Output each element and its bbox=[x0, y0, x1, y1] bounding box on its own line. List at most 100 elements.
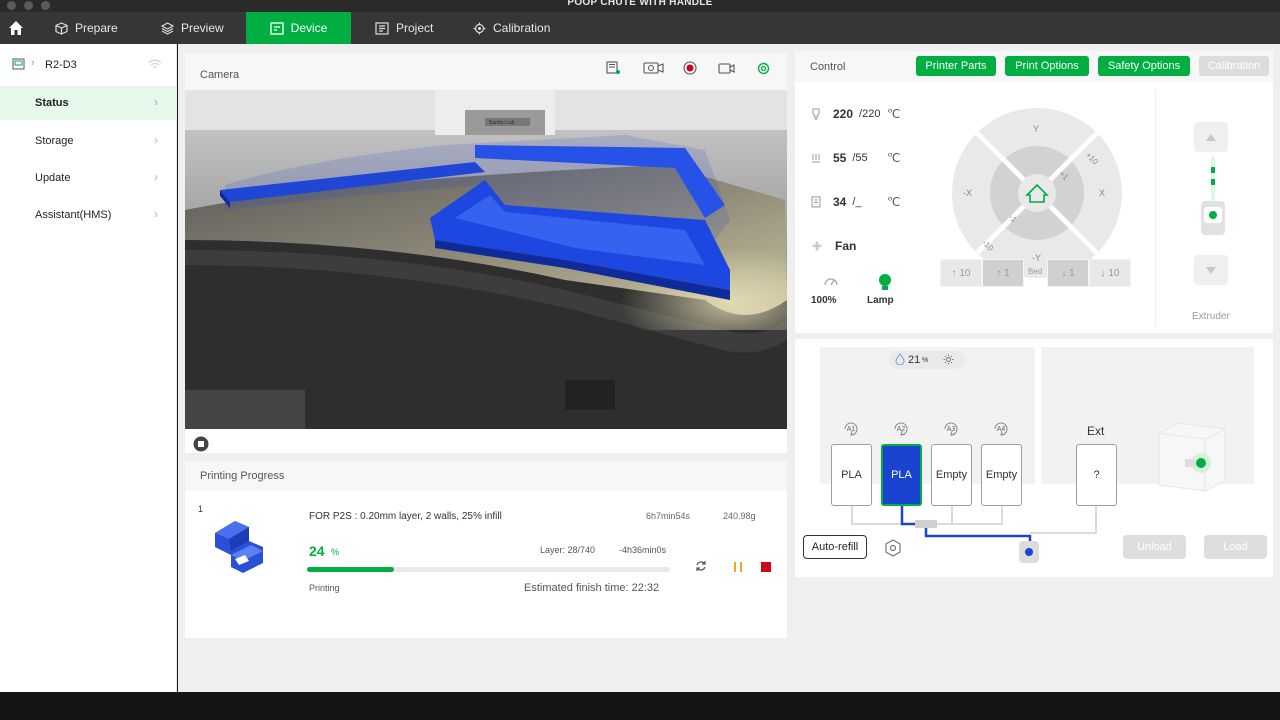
nozzle-icon bbox=[812, 108, 820, 120]
bed-down-10-button[interactable]: ↓ 10 bbox=[1089, 259, 1131, 287]
ext-spool-holder-graphic bbox=[1158, 422, 1226, 492]
estimated-finish-time: Estimated finish time: 22:32 bbox=[524, 582, 660, 594]
window-title: POOP CHUTE WITH HANDLE bbox=[567, 0, 713, 8]
remaining-time: -4h36min0s bbox=[619, 545, 667, 555]
tab-project-label: Project bbox=[396, 21, 434, 35]
sidebar-item-label: Assistant(HMS) bbox=[35, 209, 112, 221]
stop-button[interactable] bbox=[759, 560, 773, 574]
extruder-label: Extruder bbox=[1192, 311, 1230, 322]
print-options-button[interactable]: Print Options bbox=[1005, 56, 1089, 76]
tab-preview[interactable]: Preview bbox=[161, 12, 224, 44]
sidebar-item-label: Update bbox=[35, 172, 71, 184]
refresh-icon[interactable] bbox=[694, 559, 708, 573]
heatbed-icon bbox=[812, 154, 820, 163]
jog-x-plus[interactable]: X bbox=[1099, 188, 1105, 198]
chevron-right-icon: › bbox=[154, 207, 158, 221]
sidebar-item-status[interactable]: Status › bbox=[0, 86, 177, 120]
sidebar-item-storage[interactable]: Storage › bbox=[0, 124, 177, 158]
control-panel: Control Printer Parts Print Options Safe… bbox=[795, 51, 1273, 577]
calibration-button[interactable]: Calibration bbox=[1199, 56, 1269, 76]
unload-button[interactable]: Unload bbox=[1123, 535, 1186, 559]
up-arrow-icon: ↑ bbox=[951, 267, 960, 279]
svg-text:Bambu Lab: Bambu Lab bbox=[489, 120, 515, 126]
auto-refill-button[interactable]: Auto-refill bbox=[803, 535, 867, 559]
tab-device[interactable]: Device bbox=[246, 12, 351, 44]
print-duration: 6h7min54s bbox=[646, 511, 691, 521]
lamp-label: Lamp bbox=[867, 295, 894, 306]
nozzle-temp-unit: ℃ bbox=[887, 107, 901, 121]
jog-x-minus[interactable]: -X bbox=[963, 188, 972, 198]
home-button[interactable] bbox=[0, 12, 32, 44]
pause-button[interactable] bbox=[731, 560, 745, 574]
bed-temperature[interactable]: 55 /55 ℃ bbox=[811, 148, 900, 168]
ams-settings-icon[interactable] bbox=[884, 539, 902, 557]
humidity-icon bbox=[895, 353, 905, 365]
timelapse-icon[interactable] bbox=[643, 61, 665, 75]
tab-prepare-label: Prepare bbox=[75, 21, 118, 35]
chevron-right-icon: › bbox=[154, 95, 158, 109]
jog-y-plus[interactable]: Y bbox=[1033, 124, 1039, 134]
ams-slot-id-label: A3 bbox=[946, 425, 956, 433]
record-icon[interactable] bbox=[683, 61, 697, 75]
sidebar-item-update[interactable]: Update › bbox=[0, 161, 177, 195]
lamp-toggle[interactable]: Lamp bbox=[865, 271, 905, 315]
device-selector[interactable]: › R2-D3 bbox=[0, 44, 177, 86]
tab-prepare[interactable]: Prepare bbox=[55, 12, 118, 44]
extruder-up-button[interactable] bbox=[1194, 122, 1228, 152]
bed-target-temp: /55 bbox=[852, 152, 868, 164]
home-icon bbox=[9, 21, 23, 35]
fan-control[interactable]: Fan bbox=[811, 236, 856, 256]
video-camera-icon[interactable] bbox=[718, 61, 735, 75]
layer-info: Layer: 28/740 bbox=[540, 545, 596, 555]
fan-label: Fan bbox=[835, 239, 857, 253]
ams-slot-id-label: A4 bbox=[996, 425, 1006, 433]
print-weight: 240.98g bbox=[723, 511, 756, 521]
bed-down-10-label: 10 bbox=[1108, 267, 1120, 279]
bed-temp-unit: ℃ bbox=[887, 151, 901, 165]
stop-stream-icon[interactable] bbox=[193, 436, 209, 452]
up-arrow-icon: ↑ bbox=[996, 267, 1005, 279]
ext-spool-label: ? bbox=[1093, 469, 1100, 481]
bed-up-10-label: 10 bbox=[959, 267, 971, 279]
humidity-unit: % bbox=[922, 357, 929, 364]
progress-header: Printing Progress bbox=[185, 461, 787, 491]
camera-settings-icon[interactable] bbox=[756, 61, 771, 76]
nozzle-target-temp: /220 bbox=[859, 108, 881, 120]
jog-y-minus[interactable]: -Y bbox=[1032, 253, 1041, 263]
chamber-icon bbox=[811, 196, 821, 208]
chevron-right-icon: › bbox=[154, 133, 158, 147]
layers-icon bbox=[161, 21, 174, 35]
sun-icon bbox=[943, 354, 954, 365]
extruder-down-button[interactable] bbox=[1194, 255, 1228, 285]
sd-card-icon[interactable] bbox=[605, 61, 621, 75]
bed-up-10-button[interactable]: ↑ 10 bbox=[940, 259, 982, 287]
tab-project[interactable]: Project bbox=[375, 12, 433, 44]
bed-up-1-button[interactable]: ↑ 1 bbox=[982, 259, 1024, 287]
ext-spool-slot[interactable]: ? bbox=[1076, 444, 1117, 506]
extruder-icon bbox=[1201, 157, 1225, 235]
printer-parts-button[interactable]: Printer Parts bbox=[916, 56, 996, 76]
bed-down-1-button[interactable]: ↓ 1 bbox=[1047, 259, 1089, 287]
triangle-down-icon bbox=[1206, 266, 1216, 274]
sidebar-item-assistant-hms[interactable]: Assistant(HMS) › bbox=[0, 198, 177, 232]
ams-slot-id-a3: A3 bbox=[941, 421, 961, 437]
bottom-strip bbox=[0, 692, 1280, 720]
tab-calibration[interactable]: Calibration bbox=[473, 12, 550, 44]
nozzle-temperature[interactable]: 220 /220 ℃ bbox=[811, 104, 900, 124]
safety-options-button[interactable]: Safety Options bbox=[1098, 56, 1190, 76]
nozzle-current-temp: 220 bbox=[833, 107, 854, 121]
chamber-temperature[interactable]: 34 /_ ℃ bbox=[811, 192, 900, 212]
ext-title: Ext bbox=[1087, 424, 1105, 438]
camera-header: Camera bbox=[185, 53, 787, 91]
home-axes-button[interactable] bbox=[1019, 174, 1055, 210]
plate-number: 1 bbox=[198, 504, 204, 514]
bed-up-1-label: 1 bbox=[1004, 267, 1010, 279]
speed-control[interactable]: 100% bbox=[811, 273, 851, 315]
load-button[interactable]: Load bbox=[1204, 535, 1267, 559]
triangle-up-icon bbox=[1206, 133, 1216, 141]
cube-icon bbox=[55, 21, 68, 35]
progress-percent: 24 bbox=[309, 543, 325, 559]
bed-current-temp: 55 bbox=[833, 151, 847, 165]
calibration-icon bbox=[473, 22, 486, 34]
printer-icon bbox=[12, 58, 25, 70]
